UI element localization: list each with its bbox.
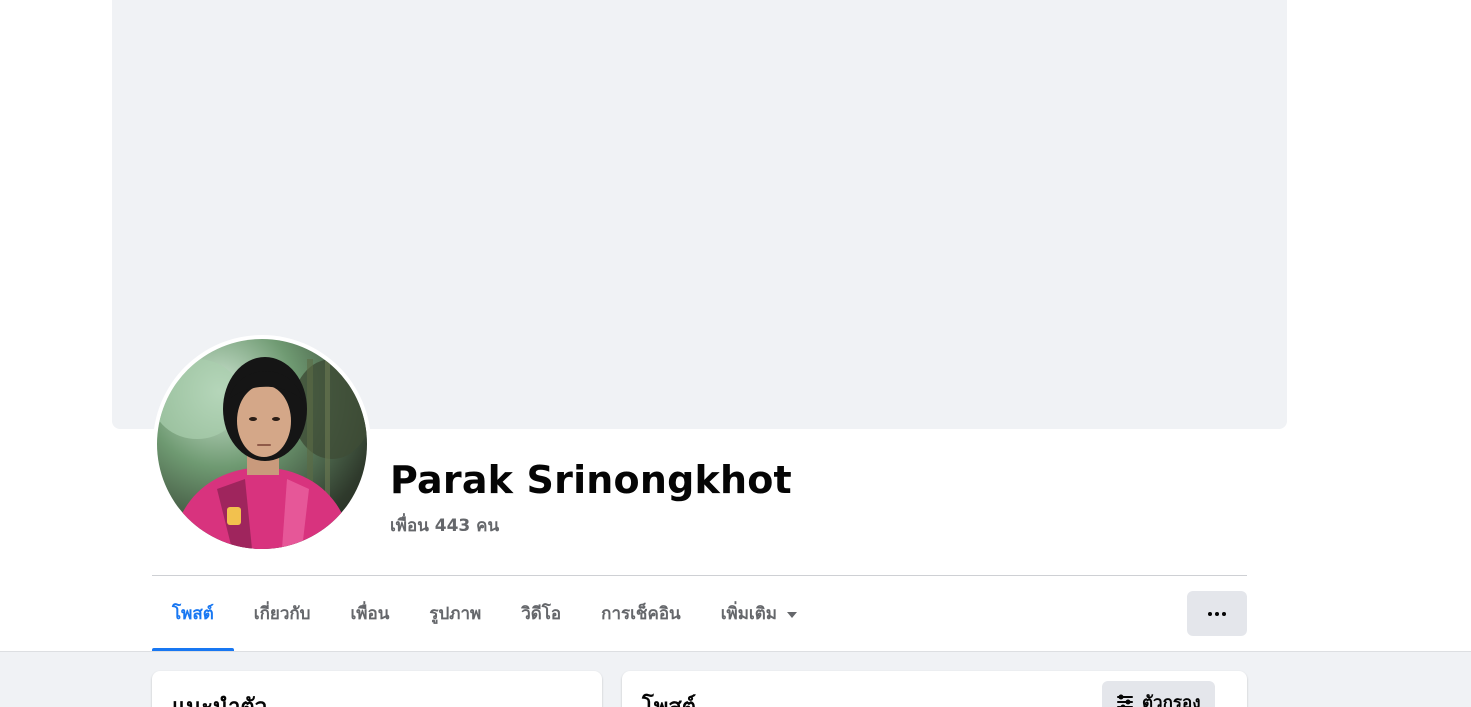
tab-photos[interactable]: รูปภาพ [409,576,501,651]
profile-picture[interactable] [157,339,367,549]
tab-friends[interactable]: เพื่อน [330,576,409,651]
friends-count[interactable]: เพื่อน 443 คน [390,512,499,539]
filter-button-label: ตัวกรอง [1142,692,1201,707]
profile-page: Parak Srinongkhot เพื่อน 443 คน โพสต์ เก… [0,0,1471,707]
ellipsis-icon [1208,611,1226,616]
filter-sliders-icon [1117,694,1133,707]
tab-label: เพิ่มเติม [720,604,777,624]
caret-down-icon [786,611,797,618]
tab-videos[interactable]: วิดีโอ [501,576,581,651]
tab-label: เพื่อน [350,604,390,624]
profile-photo-illustration [157,349,367,549]
profile-picture-frame[interactable] [153,335,371,553]
profile-name: Parak Srinongkhot [390,458,792,502]
tab-label: รูปภาพ [429,604,482,624]
intro-card: แนะนำตัว [152,671,602,707]
tab-label: การเช็คอิน [601,604,681,624]
posts-card-title: โพสต์ [642,689,696,707]
filter-button[interactable]: ตัวกรอง [1102,681,1215,707]
intro-card-title: แนะนำตัว [172,689,267,707]
tab-label: โพสต์ [172,604,214,624]
tab-about[interactable]: เกี่ยวกับ [234,576,331,651]
tab-checkins[interactable]: การเช็คอิน [581,576,701,651]
posts-card: โพสต์ ตัวกรอง [622,671,1247,707]
tab-label: วิดีโอ [521,604,562,624]
tab-label: เกี่ยวกับ [253,604,311,624]
more-options-button[interactable] [1187,591,1247,636]
tab-posts[interactable]: โพสต์ [152,576,234,651]
profile-tabs: โพสต์ เกี่ยวกับ เพื่อน รูปภาพ วิดีโอ การ… [152,576,817,651]
tab-more[interactable]: เพิ่มเติม [701,576,817,651]
